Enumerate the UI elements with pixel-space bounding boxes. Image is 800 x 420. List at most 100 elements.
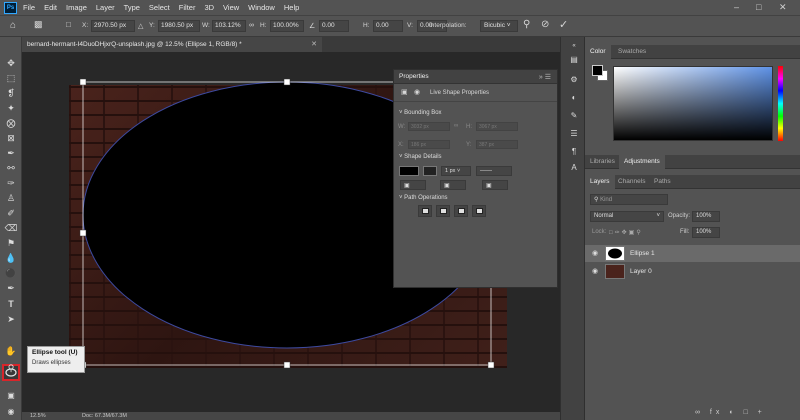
layers-footer-icons[interactable]: ∞ fx ◐ □ + [695,409,795,419]
bb-y-field[interactable]: 387 px [476,140,518,149]
commit-transform-icon[interactable]: ✓ [559,18,568,31]
transform-icon[interactable]: ▣ [401,88,408,96]
tab-color[interactable]: Color [585,45,611,59]
y-position-field[interactable]: 1980.50 px [158,20,200,32]
width-percent-field[interactable]: 103.12% [212,20,246,32]
glyphs-icon[interactable]: A [568,163,580,172]
interpolation-select[interactable]: Bicubic ˅ [480,20,518,32]
properties-icon[interactable]: ⚙ [568,75,580,84]
tab-paths[interactable]: Paths [649,175,676,189]
tab-swatches[interactable]: Swatches [613,45,651,59]
history-icon[interactable]: ▤ [568,55,580,64]
panel-collapse-icon[interactable]: » ☰ [539,73,551,81]
adjustments-icon[interactable]: ◐ [568,93,580,102]
brush-settings-icon[interactable]: ✎ [568,111,580,120]
fill-field[interactable]: 100% [692,227,720,238]
visibility-eye-icon[interactable]: ◉ [592,249,598,257]
layer-row-ellipse[interactable]: ◉ Ellipse 1 [585,245,800,262]
menu-filter[interactable]: Filter [179,3,196,12]
menu-image[interactable]: Image [66,3,87,12]
menu-file[interactable]: File [23,3,35,12]
menu-edit[interactable]: Edit [44,3,57,12]
collapse-strip-icon[interactable]: « [568,43,580,49]
quick-mask-icon[interactable]: ◉ [5,405,17,417]
tab-adjustments[interactable]: Adjustments [619,155,665,169]
path-selection-icon[interactable]: ➤ [5,313,17,325]
eyedropper-tool-icon[interactable]: ✒ [5,147,17,159]
menu-window[interactable]: Window [248,3,275,12]
bounding-box-section[interactable]: ˅ Bounding Box [394,110,442,116]
close-window-icon[interactable]: ✕ [779,2,787,13]
hue-slider[interactable] [778,66,783,141]
blend-mode-select[interactable]: Normal ˅ [590,211,664,222]
tab-libraries[interactable]: Libraries [585,155,620,169]
home-icon[interactable]: ⌂ [10,20,16,31]
bb-link-icon[interactable]: ∞ [454,123,458,129]
warp-icon[interactable]: ⚲ [523,19,530,30]
exclude-overlap-button[interactable] [472,205,486,217]
tab-channels[interactable]: Channels [613,175,650,189]
menu-help[interactable]: Help [284,3,299,12]
eraser-tool-icon[interactable]: ⌫ [5,222,18,234]
combine-shapes-button[interactable] [418,205,432,217]
reference-point-icon[interactable]: ▩ [34,19,43,30]
healing-brush-icon[interactable]: ⚯ [5,162,17,174]
character-icon[interactable]: ☰ [568,129,580,138]
maximize-icon[interactable]: □ [756,2,761,12]
stroke-type-select[interactable]: —— [476,166,512,176]
line-caps-select[interactable]: ▣ [440,180,466,190]
x-position-field[interactable]: 2970.50 px [91,20,135,32]
line-joins-select[interactable]: ▣ [482,180,508,190]
delta-icon[interactable]: △ [138,22,143,30]
bb-height-field[interactable]: 3067 px [476,122,518,131]
layer-row-layer0[interactable]: ◉ Layer 0 [585,263,800,280]
history-brush-icon[interactable]: ✐ [5,207,17,219]
height-percent-field[interactable]: 100.00% [270,20,304,32]
shape-details-section[interactable]: ˅ Shape Details [394,154,442,160]
clone-stamp-icon[interactable]: ♙ [5,192,17,204]
paint-bucket-icon[interactable]: ⚑ [5,237,17,249]
hand-tool-icon[interactable]: ✋ [5,345,17,357]
path-operations-section[interactable]: ˅ Path Operations [394,195,448,201]
intersect-shapes-button[interactable] [454,205,468,217]
visibility-eye-icon[interactable]: ◉ [592,267,598,275]
link-icon[interactable]: ∞ [249,22,254,29]
color-picker-field[interactable] [613,66,773,141]
stroke-color-swatch[interactable] [423,166,437,176]
pen-tool-icon[interactable]: ✒ [5,282,17,294]
lock-options-icon[interactable]: □✑✥▣⚲ [609,229,643,236]
minimize-icon[interactable]: – [734,2,739,12]
document-tab[interactable]: bernard-hermant-I4DuoDHjxrQ-unsplash.jpg… [22,37,322,52]
type-tool-icon[interactable]: T [5,298,17,310]
angle-field[interactable]: 0.00 [319,20,349,32]
bb-width-field[interactable]: 3032 px [408,122,450,131]
tab-layers[interactable]: Layers [585,175,615,189]
menu-3d[interactable]: 3D [204,3,214,12]
menu-layer[interactable]: Layer [96,3,115,12]
frame-tool-icon[interactable]: ⊠ [5,132,17,144]
blur-tool-icon[interactable]: 💧 [5,252,17,264]
live-shape-icon[interactable]: ◉ [414,88,420,96]
close-tab-icon[interactable]: ✕ [311,40,317,48]
fill-color-swatch[interactable] [399,166,419,176]
opacity-field[interactable]: 100% [692,211,720,222]
move-tool-icon[interactable]: ✥ [5,57,17,69]
menu-view[interactable]: View [223,3,239,12]
bb-x-field[interactable]: 186 px [408,140,450,149]
menu-type[interactable]: Type [124,3,140,12]
menu-select[interactable]: Select [149,3,170,12]
cancel-transform-icon[interactable]: ⊘ [541,19,549,30]
zoom-tool-icon[interactable]: ⚲ [5,362,17,374]
lasso-tool-icon[interactable]: ❡ [5,87,17,99]
brush-tool-icon[interactable]: ✑ [5,177,17,189]
subtract-front-button[interactable] [436,205,450,217]
crop-tool-icon[interactable]: ⨂ [5,117,17,129]
paragraph-icon[interactable]: ¶ [568,147,580,156]
h-skew-field[interactable]: 0.00 [373,20,403,32]
dodge-tool-icon[interactable]: ⚫ [5,267,17,279]
stroke-size-field[interactable]: 1 px ˅ [441,166,471,176]
foreground-background-icon[interactable]: ▣ [5,389,17,401]
quick-selection-icon[interactable]: ✦ [5,102,17,114]
zoom-level[interactable]: 12.5% [30,413,46,419]
align-stroke-select[interactable]: ▣ [400,180,426,190]
